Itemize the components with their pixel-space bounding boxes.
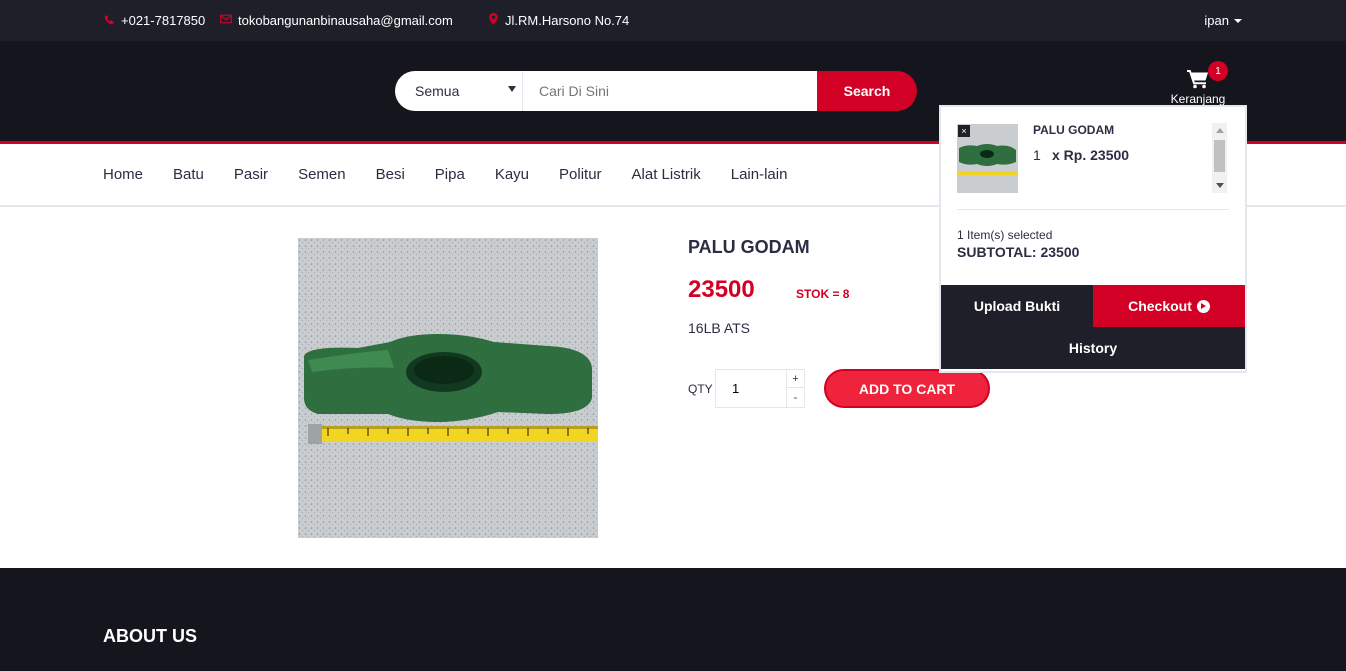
envelope-icon	[220, 14, 232, 27]
cart-label: Keranjang	[1170, 92, 1226, 106]
upload-bukti-button[interactable]: Upload Bukti	[941, 285, 1093, 327]
cart-button[interactable]: 1 Keranjang	[1160, 61, 1236, 106]
top-header: +021-7817850 tokobangunanbinausaha@gmail…	[0, 0, 1346, 41]
qty-decrease-button[interactable]: -	[786, 389, 804, 407]
product-price: 23500	[688, 276, 755, 303]
map-marker-icon	[487, 13, 499, 28]
cart-item-qty: 1	[1033, 147, 1041, 163]
history-button[interactable]: History	[941, 327, 1245, 369]
checkout-label: Checkout	[1128, 298, 1192, 314]
email-contact[interactable]: tokobangunanbinausaha@gmail.com	[220, 13, 453, 28]
nav-item-lain-lain[interactable]: Lain-lain	[731, 166, 788, 183]
address-contact[interactable]: Jl.RM.Harsono No.74	[487, 13, 629, 28]
nav-item-kayu[interactable]: Kayu	[495, 166, 529, 183]
dropdown-divider	[957, 209, 1229, 210]
nav-item-besi[interactable]: Besi	[376, 166, 405, 183]
cart-item-list: × PALU GODAM 1 x Rp. 23500	[957, 123, 1227, 193]
cart-item-price: x Rp. 23500	[1052, 147, 1130, 163]
quantity-stepper: + -	[715, 369, 805, 408]
email-address: tokobangunanbinausaha@gmail.com	[238, 13, 453, 28]
select-arrow-icon	[508, 86, 516, 92]
shopping-cart-icon	[1187, 70, 1208, 89]
footer-heading-about: ABOUT US	[103, 626, 197, 646]
search-form: Semua Search	[395, 71, 917, 111]
caret-down-icon	[1234, 18, 1242, 23]
product-description: 16LB ATS	[688, 320, 751, 336]
product-stock: STOK = 8	[796, 287, 850, 301]
qty-increase-button[interactable]: +	[786, 370, 804, 388]
cart-item-count: 1 Item(s) selected	[957, 228, 1053, 242]
scroll-down-icon[interactable]	[1216, 183, 1224, 188]
nav-item-home[interactable]: Home	[103, 166, 143, 183]
arrow-circle-right-icon	[1196, 299, 1210, 313]
cart-subtotal: SUBTOTAL: 23500	[957, 244, 1080, 260]
address-text: Jl.RM.Harsono No.74	[505, 13, 630, 28]
upload-bukti-label: Upload Bukti	[973, 298, 1061, 314]
cart-count-badge: 1	[1208, 61, 1228, 81]
phone-contact[interactable]: +021-7817850	[103, 13, 205, 28]
cart-item-thumbnail: ×	[957, 124, 1018, 193]
quantity-input[interactable]	[716, 370, 786, 407]
nav-item-batu[interactable]: Batu	[173, 166, 204, 183]
product-name: PALU GODAM	[688, 237, 810, 257]
category-select[interactable]: Semua	[395, 71, 523, 111]
user-name: ipan	[1204, 13, 1229, 28]
cart-list-scrollbar[interactable]	[1212, 123, 1227, 193]
checkout-button[interactable]: Checkout	[1093, 285, 1245, 327]
category-selected: Semua	[415, 83, 460, 99]
footer: ABOUT US	[0, 568, 1346, 671]
scroll-up-icon[interactable]	[1216, 128, 1224, 133]
cart-item-name[interactable]: PALU GODAM	[1033, 123, 1114, 137]
phone-icon	[103, 14, 115, 28]
cart-dropdown: × PALU GODAM 1 x Rp. 23500 1 Item(s) sel…	[941, 107, 1245, 371]
nav-item-politur[interactable]: Politur	[559, 166, 602, 183]
search-button[interactable]: Search	[817, 71, 917, 111]
search-input[interactable]	[523, 71, 817, 111]
product-image	[298, 238, 598, 538]
remove-item-button[interactable]: ×	[958, 125, 970, 137]
history-label: History	[1068, 340, 1118, 356]
nav-item-pasir[interactable]: Pasir	[234, 166, 268, 183]
add-to-cart-button[interactable]: ADD TO CART	[824, 369, 990, 408]
nav-item-pipa[interactable]: Pipa	[435, 166, 465, 183]
nav-item-alat-listrik[interactable]: Alat Listrik	[632, 166, 701, 183]
qty-label: QTY	[688, 382, 713, 396]
user-menu[interactable]: ipan	[1204, 13, 1242, 28]
phone-number: +021-7817850	[121, 13, 206, 28]
nav-item-semen[interactable]: Semen	[298, 166, 346, 183]
scrollbar-thumb[interactable]	[1214, 140, 1225, 172]
